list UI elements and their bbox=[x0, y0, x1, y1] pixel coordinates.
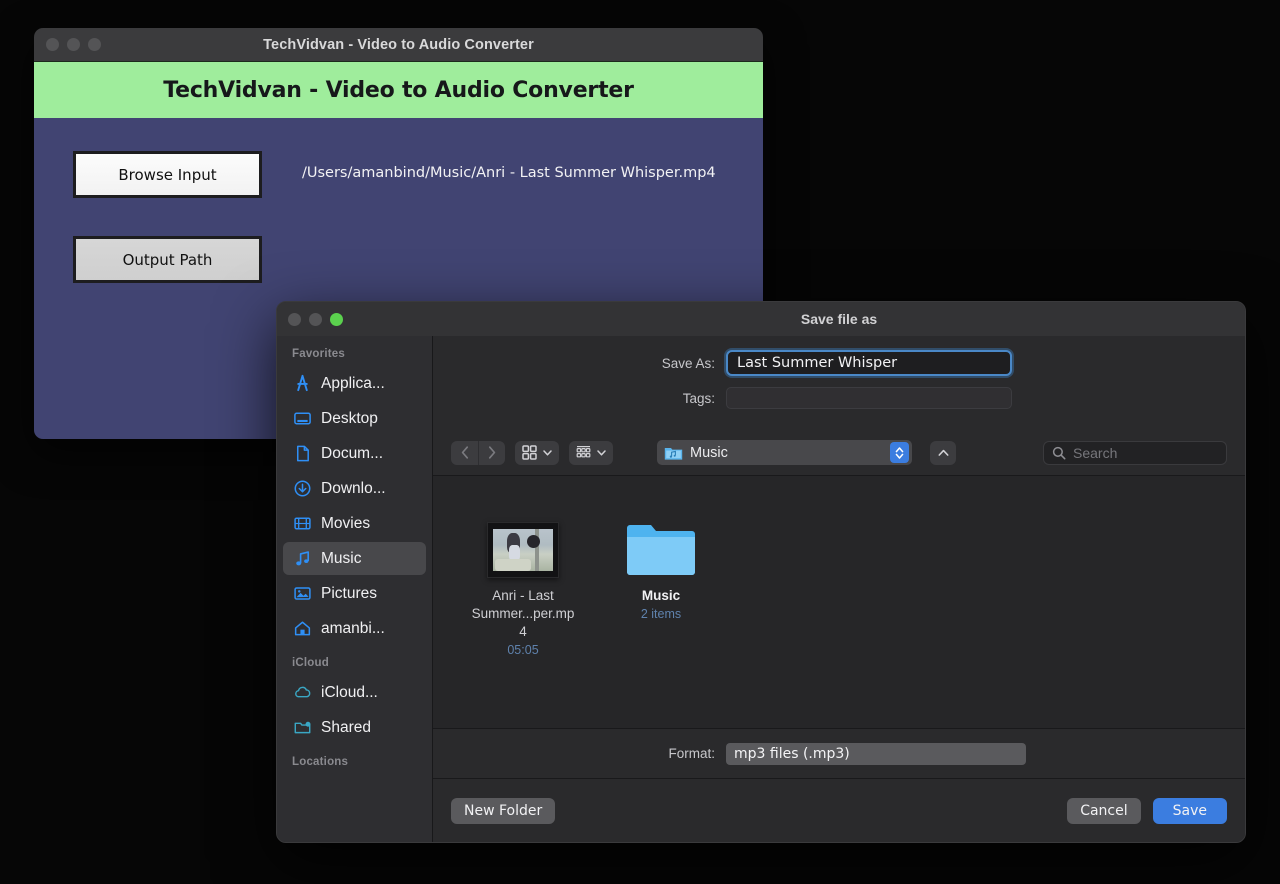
group-view-button[interactable] bbox=[569, 441, 613, 465]
dialog-minimize-button[interactable] bbox=[309, 313, 322, 326]
sidebar-item-label: amanbi... bbox=[321, 620, 385, 638]
sidebar-item-home[interactable]: amanbi... bbox=[283, 612, 426, 645]
dialog-right-pane: Save As: Last Summer Whisper Tags: bbox=[433, 336, 1245, 842]
cancel-button[interactable]: Cancel bbox=[1067, 798, 1140, 824]
sidebar-item-label: Applica... bbox=[321, 375, 385, 393]
chevron-down-icon bbox=[597, 450, 606, 456]
format-bar: Format: mp3 files (.mp3) bbox=[433, 728, 1245, 778]
save-as-input[interactable]: Last Summer Whisper bbox=[726, 350, 1012, 376]
tags-input[interactable] bbox=[726, 387, 1012, 409]
save-as-row: Save As: Last Summer Whisper bbox=[433, 350, 1245, 376]
save-as-label: Save As: bbox=[433, 356, 726, 371]
dialog-maximize-button[interactable] bbox=[330, 313, 343, 326]
sidebar-item-shared[interactable]: Shared bbox=[283, 711, 426, 744]
sidebar-item-pictures[interactable]: Pictures bbox=[283, 577, 426, 610]
dialog-main: Favorites Applica... Desktop bbox=[277, 336, 1245, 842]
sidebar-section-header-locations: Locations bbox=[277, 746, 432, 773]
thumbnail-wrapper bbox=[469, 500, 577, 578]
file-item-count: 2 items bbox=[607, 607, 715, 621]
sidebar-item-applications[interactable]: Applica... bbox=[283, 367, 426, 400]
home-icon bbox=[293, 619, 312, 638]
input-path-label: /Users/amanbind/Music/Anri - Last Summer… bbox=[302, 165, 716, 181]
new-folder-button[interactable]: New Folder bbox=[451, 798, 555, 824]
path-popup-button[interactable]: Music bbox=[657, 440, 912, 465]
group-view-icon bbox=[576, 445, 591, 460]
file-duration: 05:05 bbox=[469, 643, 577, 657]
format-label: Format: bbox=[433, 746, 726, 761]
format-popup-button[interactable]: mp3 files (.mp3) bbox=[726, 743, 1026, 765]
screen: TechVidvan - Video to Audio Converter Te… bbox=[0, 0, 1280, 884]
grid-view-icon bbox=[522, 445, 537, 460]
path-popup-label: Music bbox=[690, 445, 883, 461]
chevron-up-icon bbox=[938, 449, 949, 457]
sidebar-item-label: Docum... bbox=[321, 445, 383, 463]
sidebar[interactable]: Favorites Applica... Desktop bbox=[277, 336, 433, 842]
browse-input-button[interactable]: Browse Input bbox=[73, 151, 262, 198]
dialog-titlebar: Save file as bbox=[277, 302, 1245, 336]
sidebar-item-label: Pictures bbox=[321, 585, 377, 603]
save-file-dialog: Save file as Favorites Applica... bbox=[276, 301, 1246, 843]
app-banner: TechVidvan - Video to Audio Converter bbox=[34, 62, 763, 118]
pictures-icon bbox=[293, 584, 312, 603]
tags-label: Tags: bbox=[433, 391, 726, 406]
chevron-down-icon bbox=[543, 450, 552, 456]
dialog-window-controls bbox=[277, 313, 343, 326]
chevron-up-down-icon bbox=[895, 446, 904, 460]
path-popup-stepper[interactable] bbox=[890, 442, 909, 463]
sidebar-item-music[interactable]: Music bbox=[283, 542, 426, 575]
dialog-close-button[interactable] bbox=[288, 313, 301, 326]
dialog-action-bar: New Folder Cancel Save bbox=[433, 778, 1245, 842]
dialog-toolbar: Music bbox=[433, 430, 1245, 476]
music-note-icon bbox=[293, 549, 312, 568]
navigation-segmented-control[interactable] bbox=[451, 441, 505, 465]
output-path-button[interactable]: Output Path bbox=[73, 236, 262, 283]
downloads-icon bbox=[293, 479, 312, 498]
search-icon bbox=[1052, 446, 1066, 460]
sidebar-item-icloud-drive[interactable]: iCloud... bbox=[283, 676, 426, 709]
chevron-right-icon bbox=[488, 446, 496, 459]
chevron-left-icon bbox=[461, 446, 469, 459]
back-button[interactable] bbox=[451, 441, 478, 465]
dialog-title: Save file as bbox=[433, 311, 1245, 327]
go-up-button[interactable] bbox=[930, 441, 956, 465]
file-item-folder[interactable]: Music 2 items bbox=[607, 500, 715, 621]
app-window-title: TechVidvan - Video to Audio Converter bbox=[34, 37, 763, 53]
sidebar-item-downloads[interactable]: Downlo... bbox=[283, 472, 426, 505]
tags-row: Tags: bbox=[433, 387, 1245, 409]
folder-icon bbox=[625, 520, 697, 578]
app-banner-title: TechVidvan - Video to Audio Converter bbox=[163, 78, 634, 103]
sidebar-item-label: iCloud... bbox=[321, 684, 378, 702]
sidebar-item-label: Downlo... bbox=[321, 480, 386, 498]
shared-folder-icon bbox=[293, 718, 312, 737]
desktop-icon bbox=[293, 409, 312, 428]
sidebar-item-label: Movies bbox=[321, 515, 370, 533]
sidebar-item-label: Shared bbox=[321, 719, 371, 737]
dialog-fields: Save As: Last Summer Whisper Tags: bbox=[433, 336, 1245, 430]
sidebar-item-documents[interactable]: Docum... bbox=[283, 437, 426, 470]
sidebar-section-header-favorites: Favorites bbox=[277, 338, 432, 365]
search-placeholder: Search bbox=[1073, 445, 1117, 461]
app-titlebar: TechVidvan - Video to Audio Converter bbox=[34, 28, 763, 62]
file-item-video[interactable]: Anri - Last Summer...per.mp4 05:05 bbox=[469, 500, 577, 657]
sidebar-item-label: Music bbox=[321, 550, 361, 568]
icloud-icon bbox=[293, 683, 312, 702]
icon-view-button[interactable] bbox=[515, 441, 559, 465]
music-folder-icon bbox=[664, 445, 683, 461]
thumbnail-wrapper bbox=[607, 500, 715, 578]
file-name: Music bbox=[607, 587, 715, 605]
sidebar-item-desktop[interactable]: Desktop bbox=[283, 402, 426, 435]
movies-icon bbox=[293, 514, 312, 533]
search-field[interactable]: Search bbox=[1043, 441, 1227, 465]
file-browser-area[interactable]: Anri - Last Summer...per.mp4 05:05 Music… bbox=[433, 476, 1245, 728]
file-name: Anri - Last Summer...per.mp4 bbox=[469, 587, 577, 641]
document-icon bbox=[293, 444, 312, 463]
video-thumbnail-icon bbox=[487, 522, 559, 578]
sidebar-item-movies[interactable]: Movies bbox=[283, 507, 426, 540]
forward-button[interactable] bbox=[478, 441, 505, 465]
sidebar-section-header-icloud: iCloud bbox=[277, 647, 432, 674]
sidebar-item-label: Desktop bbox=[321, 410, 378, 428]
applications-icon bbox=[293, 374, 312, 393]
save-button[interactable]: Save bbox=[1153, 798, 1227, 824]
